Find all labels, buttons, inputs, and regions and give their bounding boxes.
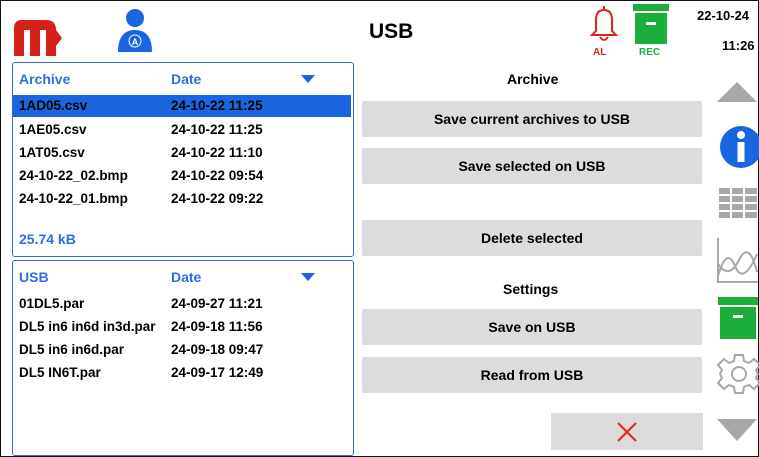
usb-list-panel: USB Date 01DL5.par 24-09-27 11:21 DL5 in… [12,260,354,456]
archive-column-header[interactable]: Archive [19,71,70,87]
total-size: 25.74 kB [19,231,76,247]
file-date: 24-10-22 11:25 [171,98,263,113]
table-row[interactable]: 01DL5.par 24-09-27 11:21 [13,293,351,315]
record-label: REC [639,47,661,58]
table-row[interactable]: 1AT05.csv 24-10-22 11:10 [13,142,351,164]
time-readout: 11:26 [722,38,755,53]
delete-selected-button[interactable]: Delete selected [362,220,702,256]
file-name: 1AE05.csv [19,122,87,137]
file-date: 24-09-27 11:21 [171,296,263,311]
date-column-header[interactable]: Date [171,269,201,285]
file-name: 24-10-22_01.bmp [19,191,128,206]
save-current-archives-button[interactable]: Save current archives to USB [362,101,702,137]
logo-icon [14,20,62,56]
table-row[interactable]: DL5 in6 in6d in3d.par 24-09-18 11:56 [13,316,351,338]
file-date: 24-09-17 12:49 [171,365,264,380]
file-date: 24-09-18 11:56 [171,319,263,334]
file-name: DL5 IN6T.par [19,365,101,380]
table-row[interactable]: 24-10-22_01.bmp 24-10-22 09:22 [13,188,351,210]
scroll-down-icon[interactable] [715,417,759,443]
alarm-label: AL [593,47,607,58]
user-icon[interactable]: A [116,8,154,52]
file-name: DL5 in6 in6d in3d.par [19,319,156,334]
user-badge-letter: A [132,37,139,47]
sort-down-icon[interactable] [301,75,315,83]
date-readout: 22-10-24 [697,8,750,23]
alarm-bell-icon[interactable] [588,3,620,43]
archive-section-heading: Archive [507,71,559,87]
settings-section-heading: Settings [503,281,559,297]
record-archive-icon[interactable] [632,2,670,46]
date-column-header[interactable]: Date [171,71,201,87]
table-row[interactable]: DL5 IN6T.par 24-09-17 12:49 [13,362,351,384]
archive-view-icon[interactable] [715,296,759,340]
table-row[interactable]: 1AE05.csv 24-10-22 11:25 [13,119,351,141]
file-name: 1AT05.csv [19,145,85,160]
file-name: 1AD05.csv [19,98,88,113]
archive-list-panel: Archive Date 1AD05.csv 24-10-22 11:25 1A… [12,62,354,257]
file-name: DL5 in6 in6d.par [19,342,125,357]
settings-gear-icon[interactable] [715,352,759,396]
read-from-usb-button[interactable]: Read from USB [362,357,702,393]
file-date: 24-10-22 09:54 [171,168,264,183]
save-selected-button[interactable]: Save selected on USB [362,148,702,184]
usb-column-header[interactable]: USB [19,269,49,285]
file-date: 24-10-22 09:22 [171,191,264,206]
file-date: 24-10-22 11:10 [171,145,263,160]
file-name: 01DL5.par [19,296,85,311]
table-row[interactable]: DL5 in6 in6d.par 24-09-18 09:47 [13,339,351,361]
save-on-usb-button[interactable]: Save on USB [362,309,702,345]
info-icon[interactable] [715,121,759,173]
chart-view-icon[interactable] [715,236,759,284]
file-date: 24-10-22 11:25 [171,122,263,137]
page-title: USB [369,20,414,43]
sort-down-icon[interactable] [301,273,315,281]
close-icon [617,421,637,442]
table-view-icon[interactable] [715,186,759,222]
table-row[interactable]: 24-10-22_02.bmp 24-10-22 09:54 [13,165,351,187]
file-name: 24-10-22_02.bmp [19,168,128,183]
file-date: 24-09-18 09:47 [171,342,264,357]
scroll-up-icon[interactable] [715,80,759,104]
cancel-button[interactable] [551,413,703,450]
table-row[interactable]: 1AD05.csv 24-10-22 11:25 [13,95,351,117]
